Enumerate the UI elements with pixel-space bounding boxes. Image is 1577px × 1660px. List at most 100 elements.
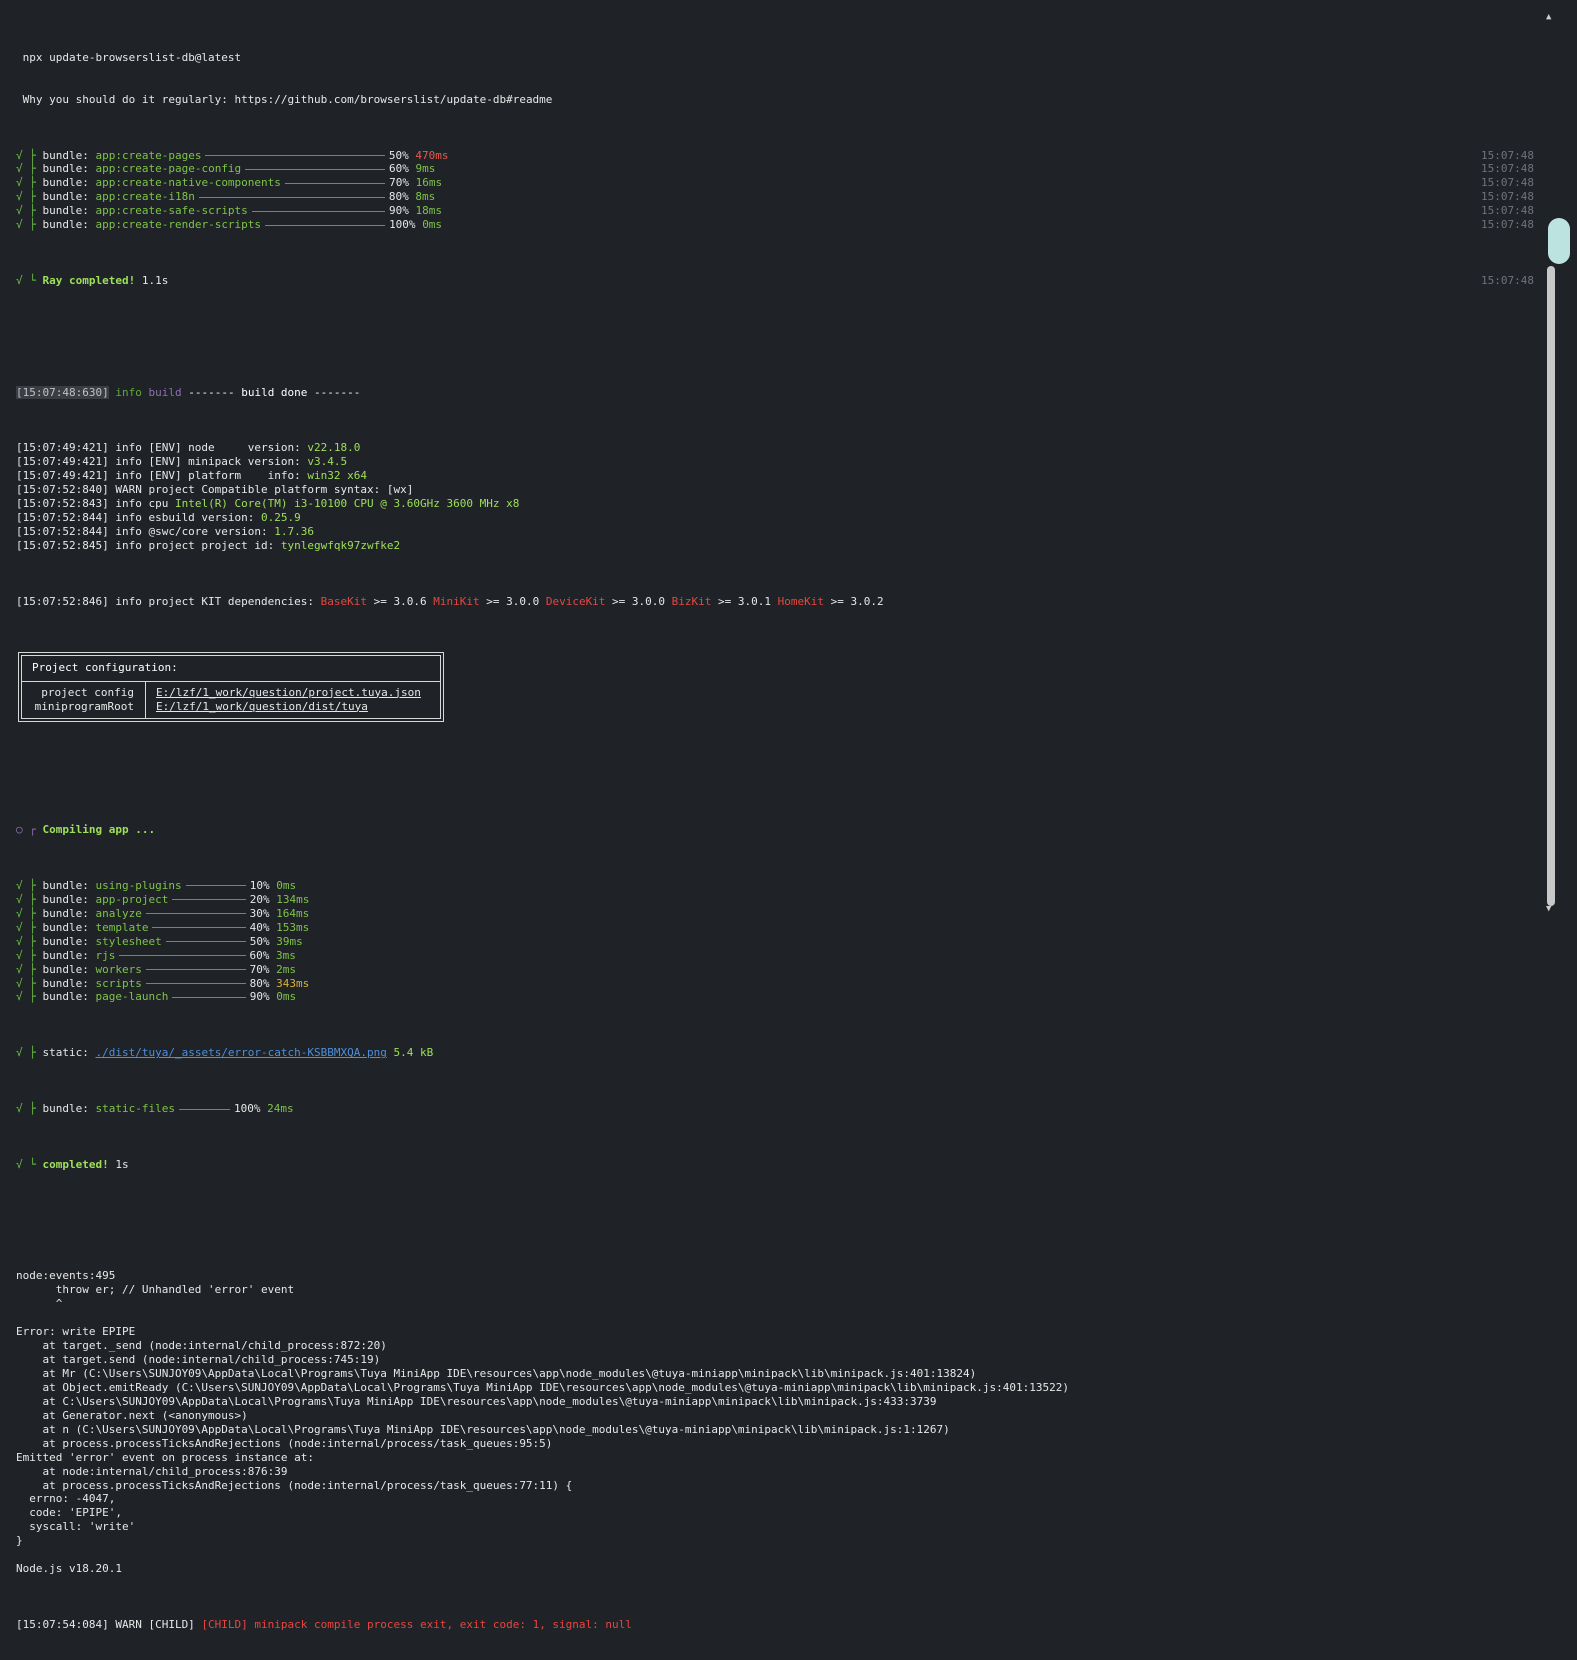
ray-bundle-row: √ ├ bundle: app:create-page-config 60% 9m… (16, 162, 1536, 176)
scroll-up-arrow-icon[interactable]: ▲ (1546, 12, 1551, 22)
error-line: throw er; // Unhandled 'error' event (16, 1283, 295, 1297)
progress-line (172, 899, 246, 901)
kit-version: >= 3.0.1 (711, 594, 778, 608)
error-line: at target._send (node:internal/child_pro… (16, 1339, 387, 1353)
floating-side-handle[interactable] (1548, 218, 1570, 264)
bundle-name: app:create-native-components (95, 176, 281, 190)
error-line: at Generator.next (<anonymous>) (16, 1408, 248, 1422)
check-icon: √ ├ (16, 176, 43, 190)
app-bundle-row: √ ├ bundle: scripts 80% 343ms (16, 977, 1536, 991)
vertical-scrollbar[interactable]: ▲ ▼ (1544, 12, 1570, 914)
error-line: Node.js v18.20.1 (16, 1562, 122, 1576)
bundle-percent: 50% (249, 934, 270, 948)
app-bundle-row: √ ├ bundle: template 40% 153ms (16, 921, 1536, 935)
scroll-thumb[interactable] (1547, 266, 1555, 906)
config-value-root[interactable]: E:/lzf/1_work/question/dist/tuya (156, 700, 368, 714)
log-line: [15:07:49:421] info [ENV] platform info:… (16, 469, 1536, 483)
bundle-kind: bundle: (42, 962, 89, 976)
log-value: 0.25.9 (261, 511, 301, 525)
static-asset-link[interactable]: ./dist/tuya/_assets/error-catch-KSBBMXQA… (95, 1046, 386, 1059)
log-value: 1.7.36 (274, 525, 315, 538)
log-line: [15:07:52:844] info esbuild version: 0.2… (16, 511, 1536, 525)
log-value: v3.4.5 (307, 455, 348, 469)
compiling-label: Compiling app ... (42, 823, 156, 837)
progress-line (145, 913, 246, 915)
ray-bundle-list: √ ├ bundle: app:create-pages 50% 470ms 15:… (16, 149, 1536, 233)
build-done-timestamp: [15:07:48:630] (16, 385, 109, 399)
bundle-percent: 50% (388, 148, 409, 162)
bundle-time: 8ms (415, 190, 436, 204)
kit-version: >= 3.0.0 (479, 594, 546, 608)
progress-line (119, 955, 246, 957)
bundle-percent: 10% (249, 878, 270, 892)
scroll-down-arrow-icon[interactable]: ▼ (1546, 904, 1551, 914)
bundle-time: 153ms (276, 920, 310, 934)
build-done-level: info (115, 385, 142, 399)
log-line: [15:07:49:421] info [ENV] minipack versi… (16, 455, 1536, 469)
static-line: √ ├ static: ./dist/tuya/_assets/error-ca… (16, 1046, 1536, 1060)
check-icon: √ ├ (16, 204, 43, 218)
log-prefix: [15:07:49:421] info [ENV] platform info: (16, 469, 308, 483)
log-value: Intel(R) Core(TM) i3-10100 CPU @ 3.60GHz… (174, 497, 520, 511)
error-line: node:events:495 (16, 1269, 116, 1283)
bundle-percent: 80% (388, 190, 409, 204)
kit-version: >= 3.0.2 (824, 594, 884, 608)
bundle-name: using-plugins (95, 878, 182, 892)
bundle-time: 164ms (276, 906, 310, 920)
check-icon: √ ├ (16, 892, 43, 906)
log-value: win32 x64 (307, 469, 368, 483)
header-line-2: Why you should do it regularly: https://… (16, 93, 1536, 107)
bundle-time: 0ms (276, 990, 297, 1004)
config-table-title: Project configuration: (32, 660, 178, 674)
bundle-timestamp: 15:07:48 (1481, 218, 1534, 232)
bundle-name: app:create-safe-scripts (95, 204, 248, 218)
scroll-track[interactable] (1547, 24, 1555, 906)
error-line: at process.processTicksAndRejections (no… (16, 1436, 553, 1450)
check-icon: √ ├ (16, 976, 43, 990)
command-text: npx update-browserslist-db@latest (22, 50, 242, 64)
bundle-name: app:create-page-config (95, 162, 242, 176)
bundle-time: 9ms (415, 162, 436, 176)
bundle-name: app:create-pages (95, 148, 202, 162)
bundle-kind: bundle: (42, 892, 89, 906)
bundle-name: analyze (95, 906, 142, 920)
error-line: ^ (16, 1297, 63, 1311)
check-icon: √ ├ (16, 218, 43, 232)
check-icon: √ ├ (16, 934, 43, 948)
bundle-percent: 40% (249, 920, 270, 934)
bundle-name: app:create-render-scripts (95, 218, 262, 232)
kit-version: >= 3.0.6 (367, 594, 434, 608)
error-line: at process.processTicksAndRejections (no… (16, 1478, 573, 1492)
header-line-1: npx update-browserslist-db@latest (16, 51, 1536, 65)
terminal-window[interactable]: npx update-browserslist-db@latest Why yo… (0, 0, 1577, 1631)
compiling-line: ○ ┌ Compiling app ... (16, 823, 1536, 837)
config-value-project[interactable]: E:/lzf/1_work/question/project.tuya.json (156, 686, 421, 700)
log-prefix: [15:07:52:845] info project project id: (16, 538, 281, 552)
bundle-time: 2ms (276, 962, 297, 976)
progress-line (185, 885, 246, 887)
progress-line (152, 927, 246, 929)
ray-completed-label: Ray completed! (42, 273, 136, 287)
log-line: [15:07:52:845] info project project id: … (16, 539, 1536, 553)
bundle-time: 0ms (276, 878, 297, 892)
bundle-percent: 90% (249, 990, 270, 1004)
final-warn-message: [CHILD] minipack compile process exit, e… (201, 1617, 632, 1631)
kit-name: DeviceKit (545, 594, 606, 608)
app-completed-line: √ └ completed! 1s (16, 1158, 1536, 1172)
check-icon: √ ├ (16, 990, 43, 1004)
log-line: [15:07:52:840] WARN project Compatible p… (16, 483, 1536, 497)
check-icon: √ ├ (16, 1046, 43, 1060)
log-line: [15:07:52:843] info cpu Intel(R) Core(TM… (16, 497, 1536, 511)
config-key-project: project config (41, 685, 134, 699)
bundle-percent: 80% (249, 976, 270, 990)
bundle-name: template (95, 920, 149, 934)
error-line: Error: write EPIPE (16, 1325, 136, 1339)
config-key-root: miniprogramRoot (34, 699, 134, 713)
log-prefix: [15:07:49:421] info [ENV] node version: (16, 441, 308, 455)
error-line: at n (C:\Users\SUNJOY09\AppData\Local\Pr… (16, 1422, 950, 1436)
update-hint-text: Why you should do it regularly: https://… (22, 92, 553, 106)
bundle-name: scripts (95, 976, 142, 990)
bundle-time: 39ms (276, 934, 303, 948)
check-icon: √ ├ (16, 148, 43, 162)
log-prefix: [15:07:52:844] info @swc/core version: (16, 525, 275, 538)
